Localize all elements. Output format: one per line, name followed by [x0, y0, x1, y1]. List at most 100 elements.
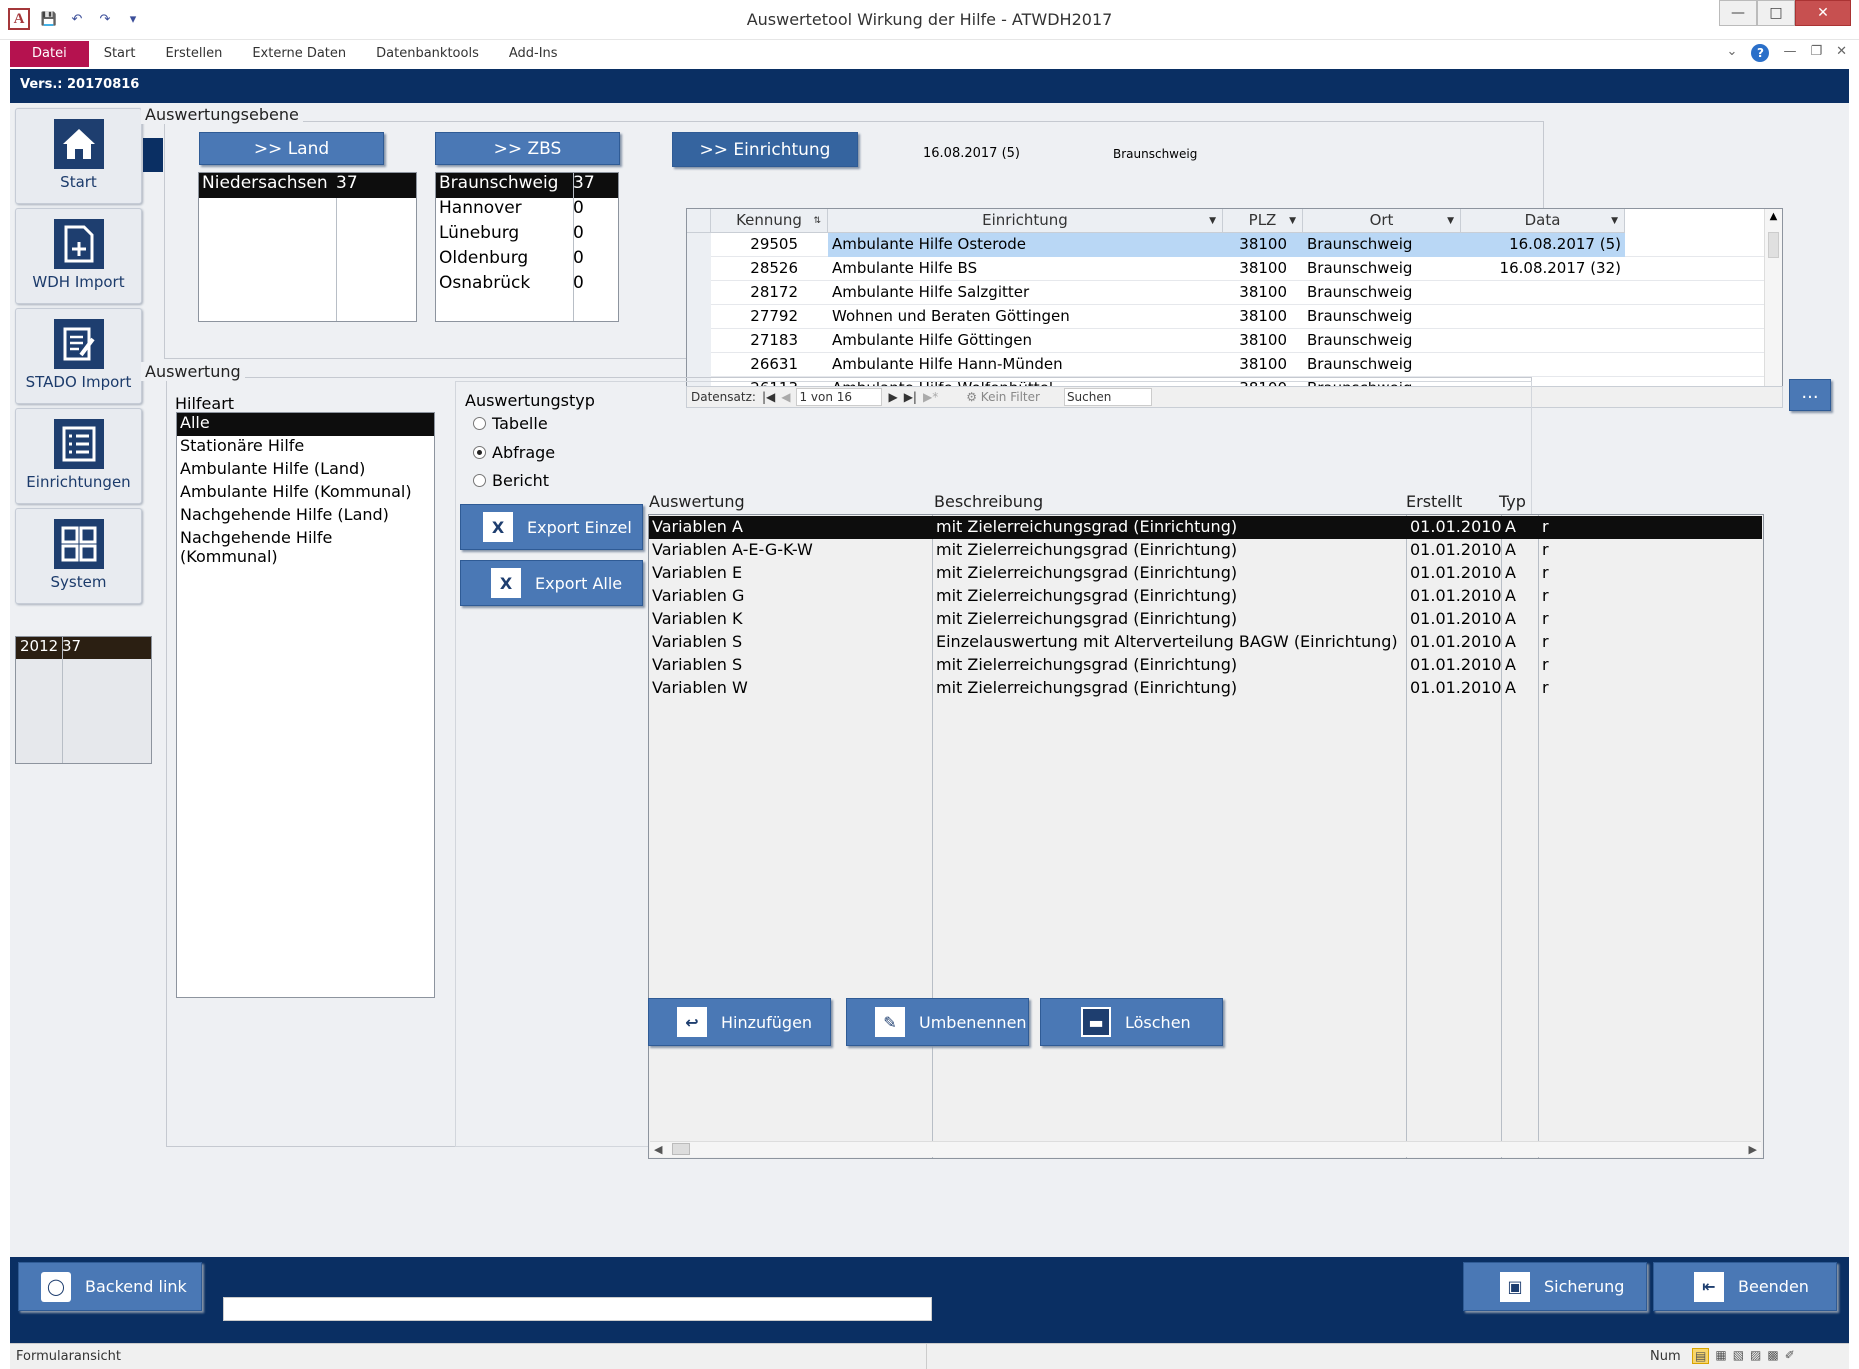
table-horizontal-scrollbar[interactable]: ◀ ▶: [650, 1141, 1761, 1157]
scroll-thumb[interactable]: [672, 1143, 690, 1155]
table-row[interactable]: Variablen S mit Zielerreichungsgrad (Ein…: [649, 654, 1762, 677]
tab-datenbanktools[interactable]: Datenbanktools: [361, 41, 494, 67]
sicherung-button[interactable]: ▣ Sicherung: [1463, 1262, 1647, 1311]
pivot-chart-icon[interactable]: ▨: [1750, 1348, 1761, 1364]
hilfeart-list[interactable]: Alle Stationäre Hilfe Ambulante Hilfe (L…: [176, 412, 435, 998]
grid-row[interactable]: 27792 Wohnen und Beraten Göttingen 38100…: [687, 305, 1782, 329]
nav-system-button[interactable]: System: [15, 508, 142, 604]
land-button[interactable]: >> Land: [199, 132, 384, 165]
tab-erstellen[interactable]: Erstellen: [150, 41, 237, 67]
nav-wdh-import-button[interactable]: WDH Import: [15, 208, 142, 304]
status-message-field[interactable]: [223, 1297, 932, 1321]
header-erstellt: Erstellt: [1406, 492, 1463, 511]
tab-externe-daten[interactable]: Externe Daten: [237, 41, 361, 67]
grid-row[interactable]: 28526 Ambulante Hilfe BS 38100 Braunschw…: [687, 257, 1782, 281]
list-item[interactable]: Niedersachsen 37: [199, 173, 416, 198]
grid-row[interactable]: 29505 Ambulante Hilfe Osterode 38100 Bra…: [687, 233, 1782, 257]
grid-header-ort[interactable]: Ort ▼: [1303, 209, 1461, 233]
list-item[interactable]: Nachgehende Hilfe (Kommunal): [177, 528, 434, 566]
minimize-button[interactable]: —: [1719, 0, 1757, 26]
row-selector[interactable]: [687, 233, 711, 257]
tab-add-ins[interactable]: Add-Ins: [494, 41, 573, 67]
year-list[interactable]: 2012 37: [15, 636, 152, 764]
table-row[interactable]: Variablen S Einzelauswertung mit Alterve…: [649, 631, 1762, 654]
grid-header-einrichtung[interactable]: Einrichtung ▼: [828, 209, 1223, 233]
list-item[interactable]: Nachgehende Hilfe (Land): [177, 505, 434, 528]
radio-tabelle[interactable]: Tabelle: [473, 414, 548, 433]
umbenennen-button[interactable]: ✎ Umbenennen: [846, 998, 1029, 1046]
ribbon-collapse-icon[interactable]: ⌄: [1727, 44, 1738, 62]
row-selector[interactable]: [687, 353, 711, 377]
mdi-restore-icon[interactable]: ❐: [1810, 44, 1822, 62]
nav-start-button[interactable]: Start: [15, 108, 142, 204]
datasheet-view-icon[interactable]: ▦: [1715, 1348, 1726, 1364]
more-button[interactable]: ...: [1789, 379, 1831, 411]
pivot-table-icon[interactable]: ▧: [1733, 1348, 1744, 1364]
radio-abfrage[interactable]: Abfrage: [473, 443, 555, 462]
design-view-icon[interactable]: ✐: [1785, 1348, 1795, 1364]
land-list[interactable]: Niedersachsen 37: [198, 172, 417, 322]
form-view-icon[interactable]: ▤: [1692, 1348, 1710, 1364]
scroll-right-icon[interactable]: ▶: [1749, 1143, 1757, 1156]
table-row[interactable]: Variablen A-E-G-K-W mit Zielerreichungsg…: [649, 539, 1762, 562]
einrichtung-button[interactable]: >> Einrichtung: [672, 132, 858, 167]
row-selector[interactable]: [687, 329, 711, 353]
table-row[interactable]: Variablen W mit Zielerreichungsgrad (Ein…: [649, 677, 1762, 700]
radio-bericht[interactable]: Bericht: [473, 471, 549, 490]
list-item[interactable]: Osnabrück 0: [436, 273, 618, 298]
grid-header-plz[interactable]: PLZ ▼: [1223, 209, 1303, 233]
row-selector[interactable]: [687, 305, 711, 329]
dropdown-arrow-icon[interactable]: ▼: [1289, 210, 1296, 233]
zbs-list[interactable]: Braunschweig 37 Hannover 0 Lüneburg 0 Olden…: [435, 172, 619, 322]
grid-row[interactable]: 26631 Ambulante Hilfe Hann-Münden 38100 …: [687, 353, 1782, 377]
backend-link-button[interactable]: ◯ Backend link: [18, 1262, 202, 1311]
dropdown-arrow-icon[interactable]: ▼: [1209, 210, 1216, 233]
list-item[interactable]: Hannover 0: [436, 198, 618, 223]
sort-asc-icon[interactable]: ⇅: [813, 210, 821, 233]
layout-view-icon[interactable]: ▩: [1767, 1348, 1778, 1364]
hinzufuegen-button[interactable]: ↩ Hinzufügen: [648, 998, 831, 1046]
list-item[interactable]: Braunschweig 37: [436, 173, 618, 198]
close-button[interactable]: ✕: [1795, 0, 1851, 26]
grid-header-data[interactable]: Data ▼: [1461, 209, 1625, 233]
list-item[interactable]: Alle: [177, 413, 434, 436]
cell-desc: mit Zielerreichungsgrad (Einrichtung): [936, 609, 1238, 628]
list-item[interactable]: Ambulante Hilfe (Land): [177, 459, 434, 482]
mdi-minimize-icon[interactable]: —: [1783, 44, 1796, 62]
tab-datei[interactable]: Datei: [10, 41, 89, 67]
tab-start[interactable]: Start: [89, 41, 151, 67]
table-row[interactable]: Variablen A mit Zielerreichungsgrad (Ein…: [649, 516, 1762, 539]
export-alle-button[interactable]: X Export Alle: [460, 560, 643, 606]
table-row[interactable]: Variablen K mit Zielerreichungsgrad (Ein…: [649, 608, 1762, 631]
loeschen-button[interactable]: ▬ Löschen: [1040, 998, 1223, 1046]
dropdown-arrow-icon[interactable]: ▼: [1447, 210, 1454, 233]
grid-vertical-scrollbar[interactable]: ▲ ▼: [1764, 209, 1782, 407]
table-row[interactable]: Variablen E mit Zielerreichungsgrad (Ein…: [649, 562, 1762, 585]
auswertung-table[interactable]: Variablen A mit Zielerreichungsgrad (Ein…: [648, 514, 1764, 1159]
grid-row[interactable]: 28172 Ambulante Hilfe Salzgitter 38100 B…: [687, 281, 1782, 305]
mdi-close-icon[interactable]: ✕: [1836, 44, 1847, 62]
list-item[interactable]: Lüneburg 0: [436, 223, 618, 248]
zbs-button[interactable]: >> ZBS: [435, 132, 620, 165]
maximize-button[interactable]: □: [1757, 0, 1795, 26]
scroll-left-icon[interactable]: ◀: [654, 1143, 662, 1156]
grid-header-kennung[interactable]: Kennung ⇅: [711, 209, 828, 233]
export-einzel-button[interactable]: X Export Einzel: [460, 504, 643, 550]
scroll-up-icon[interactable]: ▲: [1765, 211, 1782, 222]
help-icon[interactable]: ?: [1751, 44, 1770, 62]
year-row[interactable]: 2012 37: [16, 637, 151, 659]
cell-data: [1461, 329, 1625, 353]
row-selector[interactable]: [687, 281, 711, 305]
nav-stado-import-button[interactable]: STADO Import: [15, 308, 142, 404]
dropdown-arrow-icon[interactable]: ▼: [1611, 210, 1618, 233]
row-selector[interactable]: [687, 257, 711, 281]
list-item[interactable]: Oldenburg 0: [436, 248, 618, 273]
scroll-thumb[interactable]: [1768, 232, 1779, 258]
grid-row[interactable]: 27183 Ambulante Hilfe Göttingen 38100 Br…: [687, 329, 1782, 353]
nav-einrichtungen-button[interactable]: Einrichtungen: [15, 408, 142, 504]
table-row[interactable]: Variablen G mit Zielerreichungsgrad (Ein…: [649, 585, 1762, 608]
radio-circle: [473, 446, 486, 459]
beenden-button[interactable]: ⇤ Beenden: [1653, 1262, 1837, 1311]
list-item[interactable]: Stationäre Hilfe: [177, 436, 434, 459]
list-item[interactable]: Ambulante Hilfe (Kommunal): [177, 482, 434, 505]
